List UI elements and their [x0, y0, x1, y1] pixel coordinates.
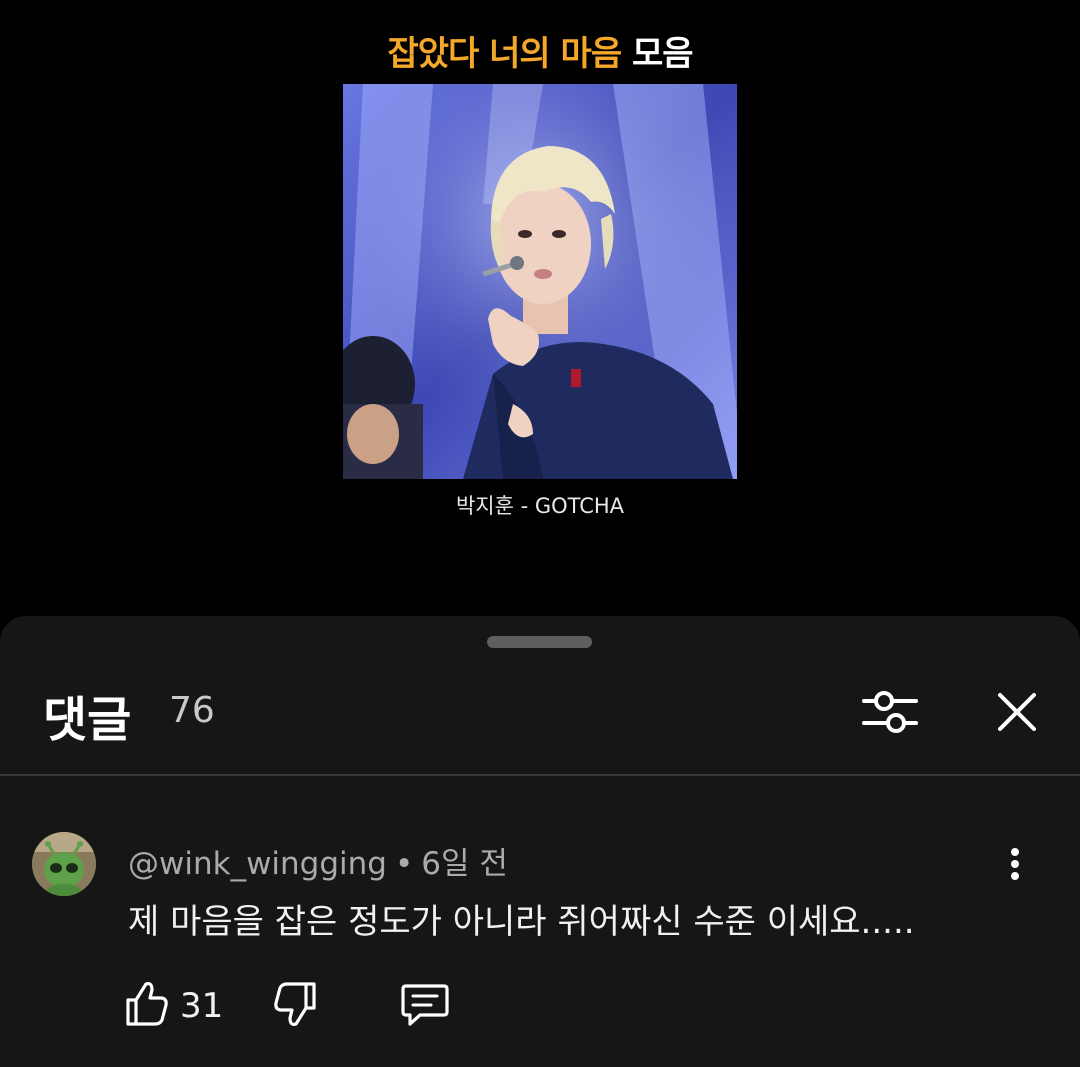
close-button[interactable] — [990, 682, 1044, 742]
alien-avatar-image — [32, 832, 96, 896]
like-button[interactable] — [124, 978, 170, 1030]
meta-separator: • — [394, 846, 414, 882]
avatar[interactable] — [32, 832, 96, 896]
comment-item: @wink_wingging • 6일 전 제 마음을 잡은 정도가 아니라 쥐어짜… — [0, 826, 1080, 1067]
thumbs-up-icon — [126, 982, 168, 1026]
more-vertical-icon — [1011, 848, 1019, 880]
drag-handle[interactable] — [487, 636, 592, 648]
reply-icon — [401, 984, 449, 1026]
comment-more-button[interactable] — [1000, 844, 1030, 884]
sort-filter-button[interactable] — [860, 682, 920, 742]
video-title-accent: 잡았다 너의 마음 — [387, 34, 622, 74]
like-count: 31 — [180, 986, 224, 1026]
video-frame[interactable] — [343, 84, 737, 479]
dislike-button[interactable] — [272, 978, 318, 1030]
close-icon — [998, 693, 1036, 731]
reply-button[interactable] — [400, 978, 450, 1030]
comments-title: 댓글 — [43, 692, 132, 748]
video-player[interactable]: 잡았다 너의 마음 모음 박지훈 - GOTCHA — [0, 0, 1080, 620]
comment-meta: @wink_wingging • 6일 전 — [128, 838, 508, 883]
divider — [0, 774, 1080, 776]
thumbs-down-icon — [274, 982, 316, 1026]
comment-time: 6일 전 — [421, 846, 508, 882]
comments-count: 76 — [169, 690, 215, 731]
sliders-icon — [862, 691, 918, 733]
performer-image — [343, 84, 737, 479]
comments-panel: 댓글 76 @wink_wingging • 6일 전 제 마음을 잡은 정도가… — [0, 616, 1080, 1067]
comment-author[interactable]: @wink_wingging — [128, 846, 387, 882]
video-caption: 박지훈 - GOTCHA — [455, 494, 625, 518]
comment-text: 제 마음을 잡은 정도가 아니라 쥐어짜신 수준 이세요..... — [128, 902, 915, 942]
video-title-rest: 모음 — [631, 34, 694, 74]
comment-actions: 31 — [124, 978, 724, 1034]
video-title: 잡았다 너의 마음 모음 — [0, 26, 1080, 75]
